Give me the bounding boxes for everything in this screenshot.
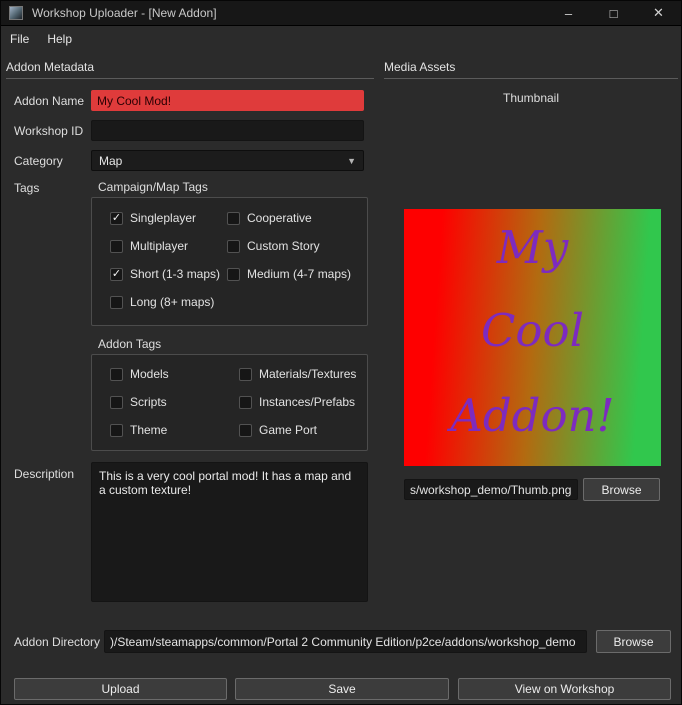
upload-button[interactable]: Upload	[14, 678, 227, 700]
checkbox-box	[110, 296, 123, 309]
save-button[interactable]: Save	[235, 678, 449, 700]
addon-directory-label: Addon Directory	[14, 635, 100, 649]
checkbox-instances-prefabs[interactable]: Instances/Prefabs	[239, 395, 355, 409]
thumbnail-text-line: Addon!	[404, 393, 661, 438]
addon-tags-group: Models Materials/Textures Scripts Instan…	[91, 354, 368, 451]
checkbox-label: Game Port	[259, 423, 317, 437]
thumbnail-browse-button[interactable]: Browse	[583, 478, 660, 501]
checkbox-label: Scripts	[130, 395, 167, 409]
checkbox-label: Long (8+ maps)	[130, 295, 214, 309]
description-label: Description	[14, 467, 74, 481]
checkbox-label: Models	[130, 367, 169, 381]
checkbox-label: Medium (4-7 maps)	[247, 267, 351, 281]
thumbnail-path-input[interactable]	[404, 479, 578, 500]
menu-bar: File Help	[1, 26, 681, 52]
checkbox-label: Theme	[130, 423, 167, 437]
checkbox-box: ✓	[110, 268, 123, 281]
checkbox-game-port[interactable]: Game Port	[239, 423, 317, 437]
workshop-id-label: Workshop ID	[14, 124, 83, 138]
checkbox-materials-textures[interactable]: Materials/Textures	[239, 367, 356, 381]
metadata-section-title: Addon Metadata	[6, 60, 94, 74]
checkbox-box: ✓	[110, 212, 123, 225]
checkbox-box	[227, 268, 240, 281]
checkbox-box	[110, 424, 123, 437]
checkmark-icon: ✓	[112, 213, 121, 224]
checkbox-box	[239, 424, 252, 437]
campaign-tags-title: Campaign/Map Tags	[98, 180, 208, 194]
checkbox-label: Instances/Prefabs	[259, 395, 355, 409]
checkbox-label: Cooperative	[247, 211, 312, 225]
checkbox-label: Custom Story	[247, 239, 320, 253]
checkbox-box	[110, 240, 123, 253]
metadata-divider	[6, 78, 374, 79]
workshop-uploader-window: Workshop Uploader - [New Addon] – □ ✕ Fi…	[0, 0, 682, 705]
thumbnail-label: Thumbnail	[384, 91, 678, 105]
checkbox-singleplayer[interactable]: ✓ Singleplayer	[110, 211, 196, 225]
checkbox-label: Multiplayer	[130, 239, 188, 253]
description-textarea[interactable]: This is a very cool portal mod! It has a…	[91, 462, 368, 602]
media-section-title: Media Assets	[384, 60, 455, 74]
addon-directory-input[interactable]	[104, 630, 587, 653]
addon-directory-browse-button[interactable]: Browse	[596, 630, 671, 653]
category-value: Map	[99, 154, 122, 168]
checkbox-label: Materials/Textures	[259, 367, 356, 381]
title-bar: Workshop Uploader - [New Addon] – □ ✕	[1, 1, 681, 26]
thumbnail-text-line: Cool	[404, 308, 661, 353]
maximize-button[interactable]: □	[591, 1, 636, 25]
window-title: Workshop Uploader - [New Addon]	[32, 6, 217, 20]
category-dropdown[interactable]: Map ▼	[91, 150, 364, 171]
checkbox-box	[227, 240, 240, 253]
checkbox-label: Short (1-3 maps)	[130, 267, 220, 281]
checkbox-multiplayer[interactable]: Multiplayer	[110, 239, 188, 253]
workshop-id-input[interactable]	[91, 120, 364, 141]
addon-tags-title: Addon Tags	[98, 337, 161, 351]
minimize-button[interactable]: –	[546, 1, 591, 25]
checkbox-box	[239, 368, 252, 381]
tags-label: Tags	[14, 181, 39, 195]
thumbnail-text-line: My	[404, 225, 661, 270]
window-controls: – □ ✕	[546, 1, 681, 25]
checkbox-models[interactable]: Models	[110, 367, 169, 381]
menu-file[interactable]: File	[1, 28, 38, 50]
checkbox-box	[110, 368, 123, 381]
addon-name-input[interactable]	[91, 90, 364, 111]
checkbox-theme[interactable]: Theme	[110, 423, 167, 437]
view-on-workshop-button[interactable]: View on Workshop	[458, 678, 671, 700]
thumbnail-preview: My Cool Addon!	[404, 209, 661, 466]
close-button[interactable]: ✕	[636, 1, 681, 25]
category-label: Category	[14, 154, 63, 168]
addon-name-label: Addon Name	[14, 94, 84, 108]
checkbox-scripts[interactable]: Scripts	[110, 395, 167, 409]
checkbox-box	[110, 396, 123, 409]
media-divider	[384, 78, 678, 79]
app-icon	[9, 6, 23, 20]
checkmark-icon: ✓	[112, 269, 121, 280]
campaign-tags-group: ✓ Singleplayer Cooperative Multiplayer C…	[91, 197, 368, 326]
checkbox-box	[227, 212, 240, 225]
chevron-down-icon: ▼	[347, 156, 356, 166]
checkbox-custom-story[interactable]: Custom Story	[227, 239, 320, 253]
menu-help[interactable]: Help	[38, 28, 81, 50]
checkbox-medium-maps[interactable]: Medium (4-7 maps)	[227, 267, 351, 281]
checkbox-short-maps[interactable]: ✓ Short (1-3 maps)	[110, 267, 220, 281]
checkbox-cooperative[interactable]: Cooperative	[227, 211, 312, 225]
checkbox-box	[239, 396, 252, 409]
checkbox-label: Singleplayer	[130, 211, 196, 225]
checkbox-long-maps[interactable]: Long (8+ maps)	[110, 295, 214, 309]
